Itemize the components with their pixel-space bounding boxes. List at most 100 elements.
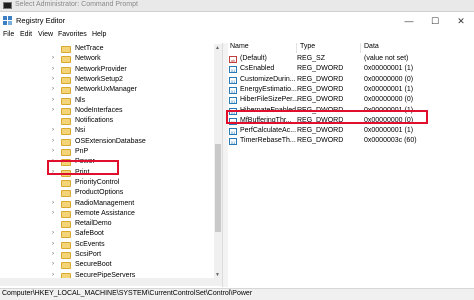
value-name: EnergyEstimatio... [240, 86, 297, 93]
value-name: (Default) [240, 55, 267, 62]
tree-item-label: PnP [75, 148, 88, 155]
menu-edit[interactable]: Edit [20, 31, 32, 38]
value-row[interactable]: 01TimerRebaseTh...REG_DWORD0x0000003c (6… [227, 136, 474, 147]
value-type: REG_DWORD [297, 86, 343, 93]
maximize-button[interactable]: ☐ [422, 12, 448, 31]
status-bar: Computer\HKEY_LOCAL_MACHINE\SYSTEM\Curre… [0, 288, 474, 300]
column-header-type[interactable]: Type [297, 43, 361, 53]
value-type: REG_DWORD [297, 137, 343, 144]
value-name: CsEnabled [240, 65, 274, 72]
folder-icon [61, 139, 71, 146]
expand-arrow-icon[interactable]: › [52, 97, 54, 103]
hibernate-enabled-highlight-box [226, 110, 428, 124]
tree-item-label: SecureBoot [75, 261, 112, 268]
expand-arrow-icon[interactable]: › [52, 230, 54, 236]
folder-icon [61, 201, 71, 208]
folder-icon [61, 149, 71, 156]
column-header-name[interactable]: Name [227, 43, 297, 53]
expand-arrow-icon[interactable]: › [52, 55, 54, 61]
value-data: 0x0000003c (60) [364, 137, 417, 144]
tree-item-label: NetworkProvider [75, 66, 127, 73]
value-name: HiberFileSizePer... [240, 96, 298, 103]
value-type: REG_SZ [297, 55, 325, 62]
registry-editor-window: Registry Editor — ☐ ✕ File Edit View Fav… [0, 11, 474, 299]
folder-icon [61, 231, 71, 238]
window-title: Registry Editor [16, 16, 65, 25]
value-data: 0x00000001 (1) [364, 65, 413, 72]
value-type: REG_DWORD [297, 76, 343, 83]
minimize-button[interactable]: — [396, 12, 422, 31]
folder-icon [61, 128, 71, 135]
value-data: (value not set) [364, 55, 408, 62]
dword-value-icon: 01 [229, 77, 237, 84]
tree-item-label: RetailDemo [75, 220, 112, 227]
expand-arrow-icon[interactable]: › [52, 138, 54, 144]
expand-arrow-icon[interactable]: › [52, 241, 54, 247]
dword-value-icon: 01 [229, 87, 237, 94]
tree-item-label: Remote Assistance [75, 210, 135, 217]
tree-item-label: NetworkUxManager [75, 86, 137, 93]
tree-item-label: NetworkSetup2 [75, 76, 123, 83]
command-prompt-icon [3, 2, 12, 9]
expand-arrow-icon[interactable]: › [52, 86, 54, 92]
scroll-up-arrow-icon[interactable]: ▲ [215, 45, 220, 51]
value-data: 0x00000000 (0) [364, 76, 413, 83]
menu-bar: File Edit View Favorites Help [0, 31, 474, 42]
tree-item-label: ProductOptions [75, 189, 123, 196]
column-header-data[interactable]: Data [361, 43, 474, 53]
tree-item-label: NodeInterfaces [75, 107, 122, 114]
folder-icon [61, 190, 71, 197]
tree-item-label: NetTrace [75, 45, 104, 52]
expand-arrow-icon[interactable]: › [52, 200, 54, 206]
tree-horizontal-scrollbar[interactable] [0, 278, 222, 286]
tree-item-label: ScEvents [75, 241, 105, 248]
tree-item-label: Nls [75, 97, 85, 104]
dword-value-icon: 01 [229, 138, 237, 145]
tree-item-label: RadioManagement [75, 200, 134, 207]
folder-icon [61, 262, 71, 269]
expand-arrow-icon[interactable]: › [52, 210, 54, 216]
value-type: REG_DWORD [297, 127, 343, 134]
expand-arrow-icon[interactable]: › [52, 66, 54, 72]
tree-item-label: SafeBoot [75, 230, 104, 237]
expand-arrow-icon[interactable]: › [52, 127, 54, 133]
expand-arrow-icon[interactable]: › [52, 272, 54, 278]
expand-arrow-icon[interactable]: › [52, 76, 54, 82]
status-path: Computer\HKEY_LOCAL_MACHINE\SYSTEM\Curre… [2, 290, 252, 297]
folder-icon [61, 67, 71, 74]
value-type: REG_DWORD [297, 96, 343, 103]
power-key-highlight-box [47, 160, 119, 175]
dword-value-icon: 01 [229, 128, 237, 135]
dword-value-icon: 01 [229, 66, 237, 73]
tree-vertical-scrollbar[interactable]: ▲ ▼ [214, 44, 222, 280]
folder-icon [61, 46, 71, 53]
tree-scroll-thumb[interactable] [215, 144, 221, 232]
folder-icon [61, 252, 71, 259]
folder-icon [61, 118, 71, 125]
folder-icon [61, 221, 71, 228]
close-button[interactable]: ✕ [448, 12, 474, 31]
tree-item-label: ScsiPort [75, 251, 101, 258]
folder-icon [61, 56, 71, 63]
title-bar[interactable]: Registry Editor — ☐ ✕ [0, 12, 474, 31]
value-data: 0x00000001 (1) [364, 86, 413, 93]
menu-view[interactable]: View [38, 31, 53, 38]
tree-item-label: OSExtensionDatabase [75, 138, 146, 145]
expand-arrow-icon[interactable]: › [52, 148, 54, 154]
background-window-titlebar[interactable]: Select Administrator: Command Prompt [0, 0, 474, 11]
expand-arrow-icon[interactable]: › [52, 251, 54, 257]
folder-icon [61, 108, 71, 115]
menu-help[interactable]: Help [92, 31, 106, 38]
value-data: 0x00000001 (1) [364, 127, 413, 134]
tree-item-label: Notifications [75, 117, 113, 124]
value-data: 0x00000000 (0) [364, 96, 413, 103]
tree-item-label: Network [75, 55, 101, 62]
menu-file[interactable]: File [3, 31, 14, 38]
tree-item-label: PriorityControl [75, 179, 119, 186]
folder-icon [61, 211, 71, 218]
menu-favorites[interactable]: Favorites [58, 31, 87, 38]
expand-arrow-icon[interactable]: › [52, 261, 54, 267]
value-name: CustomizeDurin... [240, 76, 296, 83]
expand-arrow-icon[interactable]: › [52, 107, 54, 113]
value-name: PerfCalculateAc... [240, 127, 296, 134]
